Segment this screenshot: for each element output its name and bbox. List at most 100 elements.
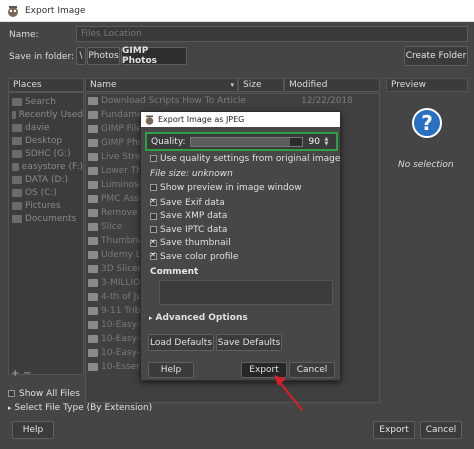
spin-arrows-icon[interactable]: ▲ ▼ <box>325 136 329 147</box>
folder-icon <box>88 125 98 133</box>
save-option-toggle[interactable]: Save IPTC data <box>150 223 335 237</box>
load-defaults-button[interactable]: Load Defaults <box>148 334 214 351</box>
checkbox-icon <box>150 184 157 191</box>
folder-icon <box>88 265 98 273</box>
export-button[interactable]: Export <box>373 421 415 439</box>
folder-icon <box>88 279 98 287</box>
folder-icon <box>88 111 98 119</box>
place-easystore[interactable]: easystore (F:) <box>9 160 83 173</box>
folder-icon <box>88 139 98 147</box>
folder-icon <box>88 307 98 315</box>
checkbox-icon <box>150 226 157 234</box>
folder-icon <box>88 181 98 189</box>
add-place-button[interactable]: + <box>11 368 19 379</box>
cancel-button[interactable]: Cancel <box>420 421 462 439</box>
folder-icon <box>88 195 98 203</box>
filename-input[interactable]: Files Location <box>76 26 468 42</box>
checkbox-icon <box>8 390 15 397</box>
comment-textarea[interactable] <box>159 280 333 305</box>
jpeg-dialog-titlebar: Export Image as JPEG <box>141 112 340 127</box>
path-segment-photos[interactable]: Photos <box>87 47 120 65</box>
sort-arrow-icon: ▾ <box>230 81 234 89</box>
window-title: Export Image <box>25 5 86 16</box>
folder-icon <box>88 321 98 329</box>
expander-arrow-icon: ▸ <box>8 403 12 412</box>
folder-icon <box>88 363 98 371</box>
help-button[interactable]: Help <box>12 421 54 439</box>
place-recently-used[interactable]: Recently Used <box>9 108 83 121</box>
gimp-app-icon <box>144 115 155 125</box>
window-titlebar: Export Image <box>0 0 474 22</box>
quality-label: Quality: <box>151 136 186 147</box>
folder-icon <box>88 223 98 231</box>
quality-slider-fill <box>190 137 291 146</box>
place-home[interactable]: davie <box>9 121 83 134</box>
desktop-icon <box>12 136 22 145</box>
save-option-toggle[interactable]: Save thumbnail <box>150 237 335 251</box>
file-row[interactable]: Download Scripts How To Article 12/22/201… <box>86 94 379 108</box>
quality-slider-row: Quality: 90 ▲ ▼ <box>145 132 338 151</box>
preview-header: Preview <box>386 78 468 92</box>
folder-icon <box>88 349 98 357</box>
path-segment-gimp-photos[interactable]: GIMP Photos <box>121 46 187 66</box>
advanced-options-expander[interactable]: ▸ Advanced Options <box>149 311 248 324</box>
place-os[interactable]: OS (C:) <box>9 186 83 199</box>
save-option-toggle[interactable]: Save color profile <box>150 250 335 264</box>
gimp-app-icon <box>6 4 20 18</box>
remove-place-button[interactable]: − <box>23 368 31 379</box>
name-label: Name: <box>9 30 39 40</box>
drive-icon <box>12 162 19 171</box>
save-defaults-button[interactable]: Save Defaults <box>216 334 282 351</box>
folder-icon <box>88 251 98 259</box>
save-option-toggle[interactable]: Save XMP data <box>150 210 335 224</box>
select-file-type-expander[interactable]: ▸ Select File Type (By Extension) <box>8 401 152 414</box>
create-folder-button[interactable]: Create Folder <box>404 46 468 66</box>
drive-icon <box>12 188 22 197</box>
folder-icon <box>12 201 22 210</box>
folder-icon <box>88 237 98 245</box>
comment-label: Comment <box>150 267 199 277</box>
red-arrow-annotation <box>274 375 303 411</box>
quality-slider[interactable] <box>189 136 303 147</box>
file-name: Download Scripts How To Article <box>101 96 246 106</box>
clock-icon <box>12 110 16 119</box>
expander-arrow-icon: ▸ <box>149 313 153 322</box>
column-header-modified[interactable]: Modified <box>284 78 380 92</box>
file-modified: 12/22/2018 <box>301 96 353 106</box>
search-icon <box>12 97 22 106</box>
folder-icon <box>88 209 98 217</box>
folder-icon <box>88 335 98 343</box>
folder-icon <box>12 214 22 223</box>
column-header-size[interactable]: Size <box>238 78 284 92</box>
folder-icon <box>88 97 98 105</box>
checkbox-icon <box>150 197 157 207</box>
quality-value[interactable]: 90 <box>309 137 323 147</box>
preview-area: ? No selection <box>386 92 468 192</box>
use-quality-settings-toggle[interactable]: Use quality settings from original image <box>150 152 340 165</box>
folder-icon <box>88 293 98 301</box>
place-pictures[interactable]: Pictures <box>9 199 83 212</box>
home-folder-icon <box>12 123 22 132</box>
path-root-button[interactable]: \ <box>76 47 86 65</box>
places-list: Search Recently Used davie Desktop SDHC … <box>8 92 84 375</box>
places-header[interactable]: Places <box>8 78 84 92</box>
place-desktop[interactable]: Desktop <box>9 134 83 147</box>
checkbox-icon <box>150 155 157 162</box>
place-data[interactable]: DATA (D:) <box>9 173 83 186</box>
place-documents[interactable]: Documents <box>9 212 83 225</box>
show-preview-toggle[interactable]: Show preview in image window <box>150 181 302 194</box>
place-search[interactable]: Search <box>9 95 83 108</box>
save-in-folder-label: Save in folder: <box>9 52 75 62</box>
jpeg-dialog-title: Export Image as JPEG <box>158 115 245 124</box>
place-sdhc[interactable]: SDHC (G:) <box>9 147 83 160</box>
save-options-list: Save Exif dataSave XMP dataSave IPTC dat… <box>150 196 335 264</box>
show-all-files-toggle[interactable]: Show All Files <box>8 387 80 400</box>
folder-icon <box>88 167 98 175</box>
help-question-icon: ? <box>412 108 442 138</box>
checkbox-icon <box>150 212 157 220</box>
drive-icon <box>12 149 22 158</box>
save-option-toggle[interactable]: Save Exif data <box>150 196 335 210</box>
column-header-name[interactable]: Name ▾ <box>85 78 238 92</box>
no-selection-text: No selection <box>398 160 454 170</box>
jpeg-help-button[interactable]: Help <box>148 362 194 378</box>
